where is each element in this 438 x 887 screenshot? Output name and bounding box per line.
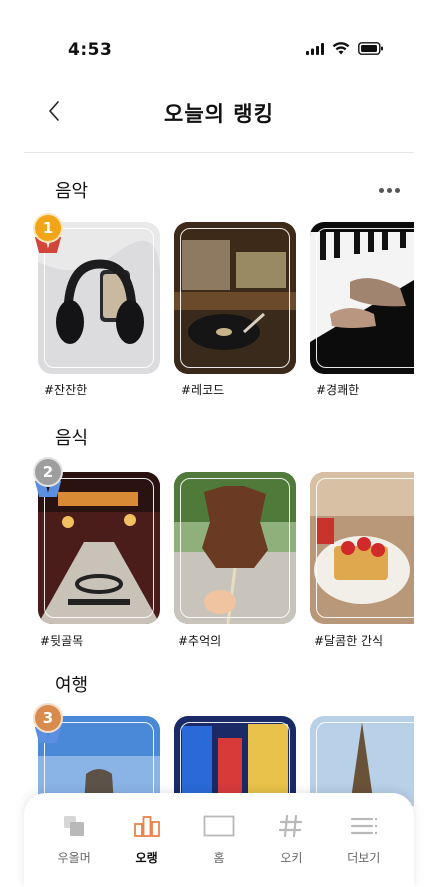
card-label: #레코드 — [181, 383, 225, 397]
card-label: #달콤한 간식 — [314, 634, 384, 648]
tab-home[interactable]: 홈 — [186, 793, 252, 887]
card-frame — [180, 228, 290, 368]
tab-wooollmeo[interactable]: 우올머 — [41, 793, 107, 887]
cards-icon — [64, 816, 85, 836]
home-square-icon — [203, 815, 235, 837]
signal-icon — [306, 42, 324, 55]
rank-badge-2: 2 — [33, 457, 63, 497]
tab-bar: 우올머 오랭 홈 오키 더보기 — [24, 793, 414, 887]
card-piano[interactable] — [310, 222, 414, 374]
status-time: 4:53 — [68, 40, 113, 60]
wifi-icon — [332, 42, 350, 55]
dot — [379, 188, 384, 193]
section-title-food: 음식 — [55, 428, 89, 449]
more-button[interactable] — [379, 188, 400, 193]
card-label: #뒷골목 — [40, 634, 84, 648]
tab-label: 오랭 — [135, 851, 158, 865]
card-label: #추억의 — [178, 634, 222, 648]
section-title-music: 음악 — [55, 181, 89, 202]
card-dessert[interactable] — [310, 472, 414, 624]
section-title-travel: 여행 — [55, 675, 89, 696]
battery-icon — [358, 42, 383, 55]
card-turntable[interactable] — [174, 222, 296, 374]
hashtag-icon — [279, 814, 303, 838]
header-divider — [24, 152, 414, 153]
status-bar: 4:53 — [0, 0, 438, 100]
card-frame — [44, 478, 154, 618]
tab-label: 우올머 — [57, 851, 91, 865]
tab-more[interactable]: 더보기 — [331, 793, 397, 887]
bar-chart-icon — [133, 816, 160, 837]
tab-label: 홈 — [213, 851, 225, 865]
dot — [387, 188, 392, 193]
card-frame — [316, 228, 414, 368]
card-snack[interactable] — [174, 472, 296, 624]
tab-label: 오키 — [280, 851, 303, 865]
medal: 3 — [33, 703, 63, 733]
status-icons — [306, 42, 384, 55]
card-frame — [180, 478, 290, 618]
rank-badge-1: 1 — [33, 213, 63, 253]
card-label: #경쾌한 — [316, 383, 360, 397]
tab-oraeng[interactable]: 오랭 — [114, 793, 180, 887]
tab-oki[interactable]: 오키 — [258, 793, 324, 887]
page-title: 오늘의 랭킹 — [164, 102, 274, 126]
menu-more-icon — [350, 817, 377, 835]
rank-badge-3: 3 — [33, 703, 63, 743]
dot — [395, 188, 400, 193]
medal: 2 — [33, 457, 63, 487]
header: 오늘의 랭킹 — [0, 86, 438, 138]
card-frame — [316, 478, 414, 618]
card-label: #잔잔한 — [44, 383, 88, 397]
medal: 1 — [33, 213, 63, 243]
tab-label: 더보기 — [347, 851, 381, 865]
